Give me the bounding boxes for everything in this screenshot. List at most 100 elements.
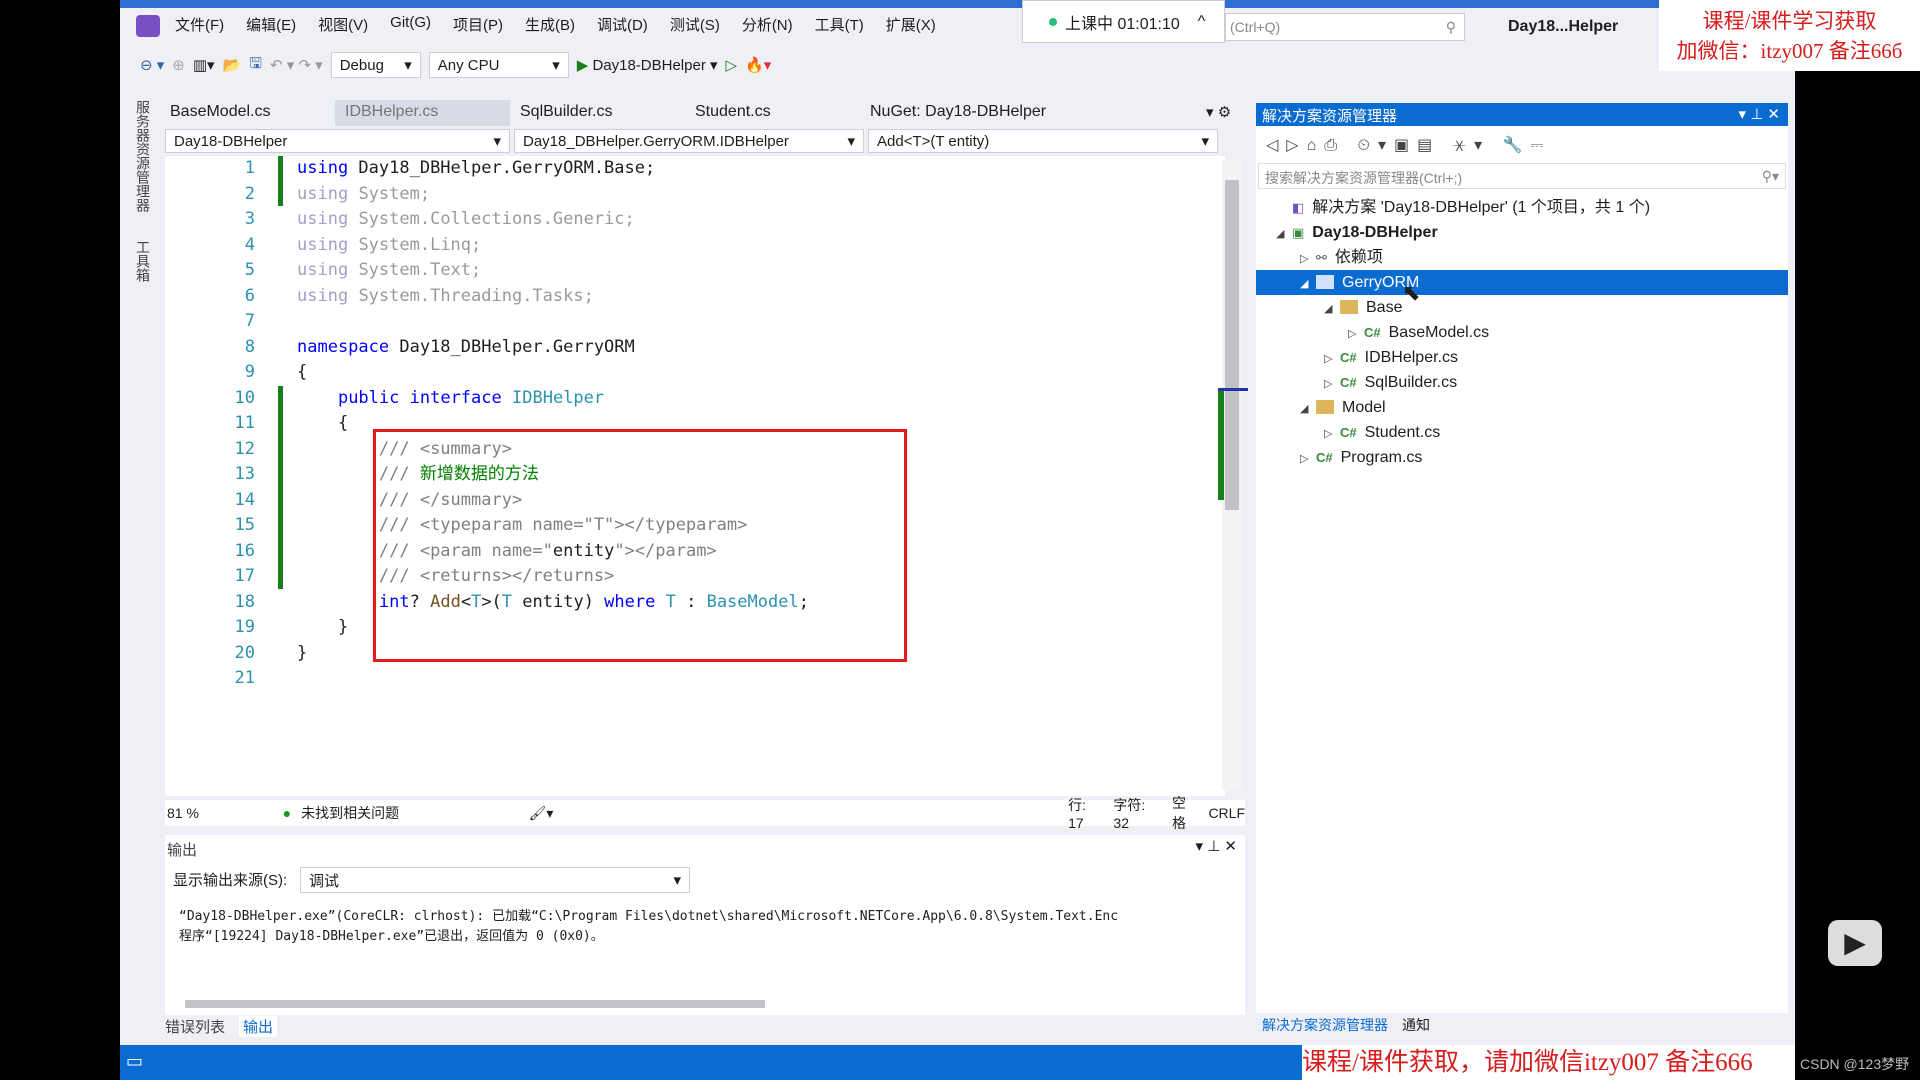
platform-dropdown[interactable]: Any CPU ▾ bbox=[428, 52, 569, 78]
tab-sqlbuilder-cs[interactable]: SqlBuilder.cs bbox=[510, 100, 685, 126]
search-icon: ⚲▾ bbox=[1761, 168, 1779, 184]
config-dropdown[interactable]: Debug ▾ bbox=[330, 52, 421, 78]
indent-mode: 空格 bbox=[1171, 795, 1186, 831]
menu-item[interactable]: Git(G) bbox=[390, 14, 431, 35]
tree-item[interactable]: ◢ Model bbox=[1256, 395, 1788, 420]
open-icon[interactable]: 📂 bbox=[223, 56, 242, 74]
bottom-tabs: 错误列表 输出 bbox=[165, 1016, 278, 1037]
code-line: 10 public interface IDBHelper bbox=[165, 386, 1215, 411]
menu-item[interactable]: 分析(N) bbox=[742, 14, 793, 35]
zoom-level[interactable]: 81 % bbox=[167, 805, 243, 821]
collapsed-arrow-icon[interactable]: ▷ bbox=[1324, 347, 1340, 372]
collapsed-arrow-icon[interactable]: ▷ bbox=[1300, 247, 1316, 272]
credit-text: CSDN @123梦野 bbox=[1800, 1056, 1910, 1072]
menu-item[interactable]: 编辑(E) bbox=[246, 14, 296, 35]
solution-explorer: 解决方案资源管理器 ▾ ⊥ ✕ ◁▷⌂⎙ ⏲▾▣▤ ⚹▾ 🔧⎓ 搜索解决方案资源管… bbox=[1256, 103, 1788, 1033]
code-text: using System.Linq; bbox=[297, 234, 482, 255]
tree-item-label: Program.cs bbox=[1340, 449, 1423, 466]
code-text: public interface IDBHelper bbox=[337, 387, 605, 408]
line-number: 4 bbox=[244, 234, 255, 255]
menu-item[interactable]: 生成(B) bbox=[525, 14, 575, 35]
tree-item[interactable]: ▷ C# Student.cs bbox=[1256, 420, 1788, 445]
menu-item[interactable]: 工具(T) bbox=[815, 14, 864, 35]
code-text: using System; bbox=[297, 183, 431, 204]
collapsed-arrow-icon[interactable]: ▷ bbox=[1300, 447, 1316, 472]
forward-icon[interactable]: ⊕ bbox=[172, 56, 185, 74]
panel-controls[interactable]: ▾ ⊥ ✕ bbox=[1196, 837, 1238, 855]
undo-icon[interactable]: ↶ ▾ ↷ ▾ bbox=[270, 56, 323, 74]
menu-item[interactable]: 视图(V) bbox=[318, 14, 368, 35]
menu-item[interactable]: 调试(D) bbox=[597, 14, 648, 35]
expanded-arrow-icon[interactable]: ◢ bbox=[1300, 272, 1316, 297]
tab-overflow-icon[interactable]: ▾ ⚙ bbox=[1206, 103, 1231, 121]
code-line: 8 namespace Day18_DBHelper.GerryORM bbox=[165, 335, 1215, 360]
tab-idbhelper-cs[interactable]: IDBHelper.cs bbox=[335, 100, 510, 126]
output-hscrollbar[interactable] bbox=[185, 1000, 765, 1008]
tree-item[interactable]: ▷ C# BaseModel.cs bbox=[1256, 320, 1788, 345]
save-icon[interactable]: 🖫 bbox=[249, 53, 262, 78]
tab-output[interactable]: 输出 bbox=[239, 1016, 278, 1037]
tree-item[interactable]: ◢ GerryORM bbox=[1256, 270, 1788, 295]
menu-item[interactable]: 扩展(X) bbox=[886, 14, 936, 35]
menu-item[interactable]: 项目(P) bbox=[453, 14, 503, 35]
issues-status[interactable]: 未找到相关问题 bbox=[301, 803, 518, 823]
collapsed-arrow-icon[interactable]: ▷ bbox=[1324, 372, 1340, 397]
code-line: 21 bbox=[165, 666, 1215, 691]
project-dropdown[interactable]: Day18-DBHelper ▾ bbox=[165, 129, 510, 153]
tree-item[interactable]: ▷ C# IDBHelper.cs bbox=[1256, 345, 1788, 370]
collapsed-arrow-icon[interactable]: ▷ bbox=[1348, 322, 1364, 347]
tab-basemodel-cs[interactable]: BaseModel.cs bbox=[160, 100, 335, 126]
tab-error-list[interactable]: 错误列表 bbox=[165, 1016, 225, 1037]
expanded-arrow-icon[interactable]: ◢ bbox=[1324, 297, 1340, 322]
tree-item[interactable]: ◢ Base bbox=[1256, 295, 1788, 320]
char-number: 字符: 32 bbox=[1113, 797, 1146, 831]
tree-item[interactable]: ◧ 解决方案 'Day18-DBHelper' (1 个项目，共 1 个) bbox=[1256, 195, 1788, 220]
menu-item[interactable]: 文件(F) bbox=[175, 14, 224, 35]
nav-project: Day18-DBHelper bbox=[174, 132, 288, 150]
menu-item[interactable]: 测试(S) bbox=[670, 14, 720, 35]
chevron-up-icon[interactable]: ^ bbox=[1198, 13, 1206, 31]
nav-member: Add<T>(T entity) bbox=[877, 132, 990, 150]
feedback-icon[interactable]: ▭ bbox=[126, 1051, 143, 1072]
expanded-arrow-icon[interactable]: ◢ bbox=[1276, 222, 1292, 247]
se-search-input[interactable]: 搜索解决方案资源管理器(Ctrl+;) ⚲▾ bbox=[1258, 163, 1786, 189]
line-number: 2 bbox=[244, 183, 255, 204]
collapsed-arrow-icon[interactable]: ▷ bbox=[1324, 422, 1340, 447]
tree-item[interactable]: ▷ ⚯ 依赖项 bbox=[1256, 245, 1788, 270]
search-box[interactable]: (Ctrl+Q) ⚲ bbox=[1225, 13, 1465, 41]
member-dropdown[interactable]: Add<T>(T entity) ▾ bbox=[868, 129, 1218, 153]
code-line: 6 using System.Threading.Tasks; bbox=[165, 284, 1215, 309]
hot-reload-icon[interactable]: 🔥▾ bbox=[745, 56, 771, 74]
output-source-dropdown[interactable]: 调试 ▾ bbox=[300, 867, 690, 893]
start-without-debug-icon[interactable]: ▷ bbox=[726, 56, 738, 74]
tree-item-label: IDBHelper.cs bbox=[1364, 349, 1458, 366]
video-play-icon[interactable]: ▶ bbox=[1828, 920, 1882, 966]
tree-item[interactable]: ▷ C# SqlBuilder.cs bbox=[1256, 370, 1788, 395]
line-number: 行: 17 bbox=[1068, 797, 1086, 831]
start-button[interactable]: ▶ Day18-DBHelper ▾ bbox=[577, 56, 718, 74]
expanded-arrow-icon[interactable]: ◢ bbox=[1300, 397, 1316, 422]
side-tab-server-explorer[interactable]: 服务器资源管理器 bbox=[133, 100, 153, 212]
code-text: using Day18_DBHelper.GerryORM.Base; bbox=[297, 158, 656, 178]
status-dot-icon bbox=[1049, 17, 1057, 26]
csharp-project-icon: ▣ bbox=[1292, 225, 1305, 240]
panel-controls[interactable]: ▾ ⊥ ✕ bbox=[1739, 105, 1781, 123]
tab-solution-explorer[interactable]: 解决方案资源管理器 bbox=[1262, 1015, 1388, 1035]
side-tab-toolbox[interactable]: 工具箱 bbox=[133, 240, 153, 282]
tab-student-cs[interactable]: Student.cs bbox=[685, 100, 860, 126]
tab-notifications[interactable]: 通知 bbox=[1402, 1015, 1430, 1035]
tree-item[interactable]: ▷ C# Program.cs bbox=[1256, 445, 1788, 470]
line-number: 21 bbox=[234, 668, 255, 688]
new-project-icon[interactable]: ▥▾ bbox=[193, 56, 215, 74]
chevron-down-icon: ▾ bbox=[404, 57, 412, 74]
tree-item[interactable]: ◢ ▣ Day18-DBHelper bbox=[1256, 220, 1788, 245]
line-number: 16 bbox=[234, 540, 255, 561]
solution-icon: ◧ bbox=[1292, 200, 1305, 215]
brush-icon[interactable]: 🖌▾ bbox=[529, 805, 1059, 822]
type-dropdown[interactable]: Day18_DBHelper.GerryORM.IDBHelper ▾ bbox=[514, 129, 864, 153]
back-icon[interactable]: ⊖ ▾ bbox=[140, 56, 164, 74]
tab-nuget-day18-dbhelper[interactable]: NuGet: Day18-DBHelper bbox=[860, 100, 1120, 126]
folder-icon bbox=[1316, 275, 1334, 289]
highlight-box bbox=[373, 429, 907, 662]
editor-scrollbar[interactable] bbox=[1218, 160, 1248, 790]
